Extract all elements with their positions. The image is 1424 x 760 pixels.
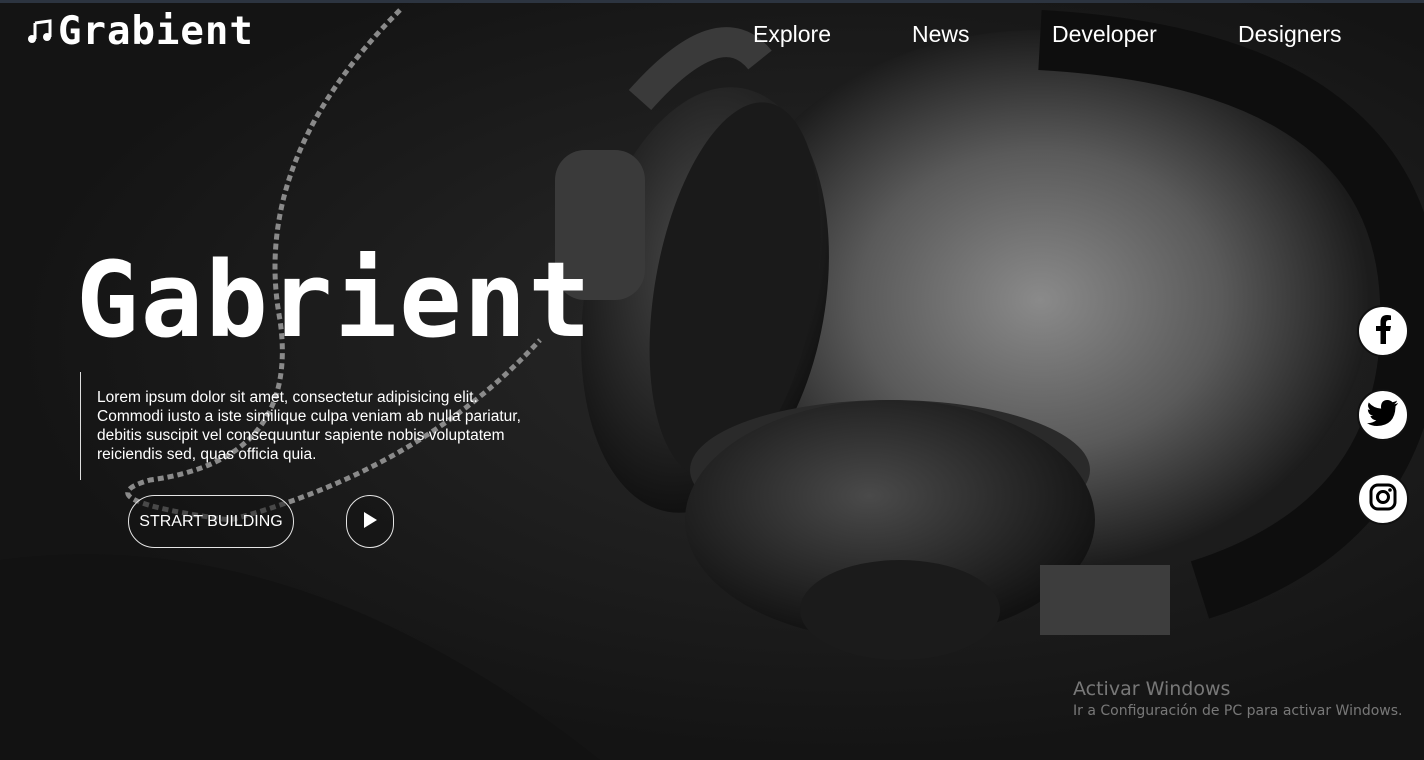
music-note-icon [26,18,54,46]
hero-description: Lorem ipsum dolor sit amet, consectetur … [97,389,521,463]
nav-news[interactable]: News [912,18,970,50]
hero-background-image [0,0,1424,760]
instagram-link[interactable] [1357,473,1409,525]
description-divider [80,372,81,480]
nav-explore[interactable]: Explore [753,18,831,50]
main-nav: Explore News Developer Designers [730,18,1370,50]
instagram-icon [1369,483,1397,516]
hero-title: Gabrient [76,239,593,361]
facebook-link[interactable] [1357,305,1409,357]
play-icon [362,511,378,532]
twitter-icon [1367,399,1399,432]
nav-developer[interactable]: Developer [1052,18,1157,50]
windows-activation-subtitle: Ir a Configuración de PC para activar Wi… [1073,703,1403,719]
facebook-icon [1370,314,1396,349]
site-logo[interactable]: Grabient [26,9,254,54]
play-button[interactable] [346,495,394,548]
headphones-illustration [0,8,1424,760]
top-border [0,0,1424,3]
windows-activation-title: Activar Windows [1073,678,1231,700]
nav-designers[interactable]: Designers [1238,18,1342,50]
twitter-link[interactable] [1357,389,1409,441]
logo-text: Grabient [58,9,254,54]
start-building-button[interactable]: STRART BUILDING [128,495,294,548]
